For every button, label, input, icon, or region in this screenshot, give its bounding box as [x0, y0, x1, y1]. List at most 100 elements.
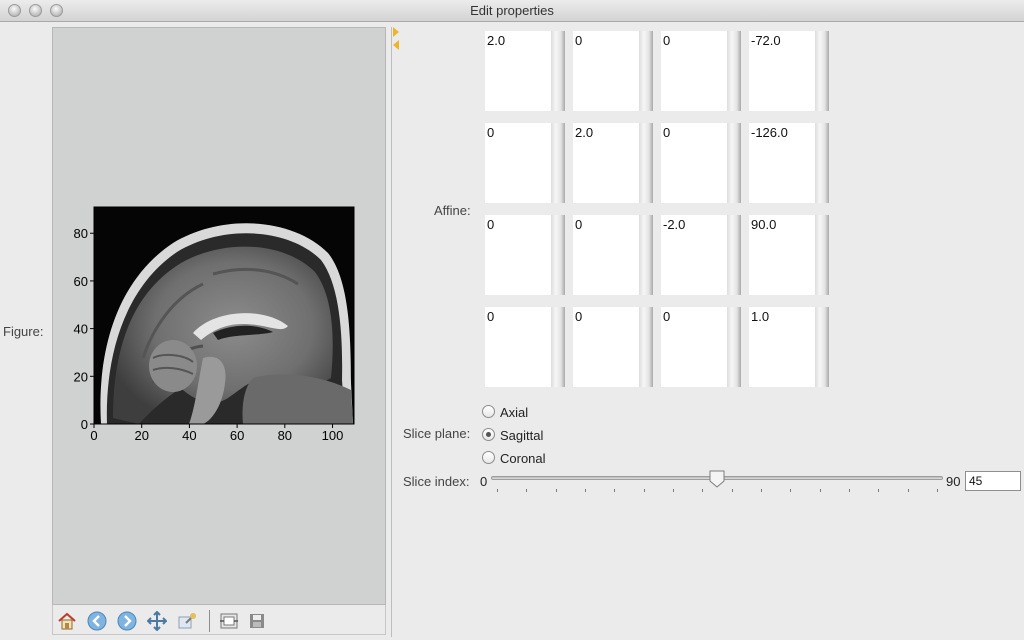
x-tick-label: 20: [134, 428, 148, 443]
slider-tick: [643, 489, 645, 492]
cell-scrollbar[interactable]: [551, 31, 565, 111]
x-tick-label: 100: [322, 428, 344, 443]
cell-scrollbar[interactable]: [639, 215, 653, 295]
cell-scrollbar[interactable]: [639, 123, 653, 203]
affine-cell[interactable]: 0: [485, 307, 565, 387]
x-tick-label: 80: [278, 428, 292, 443]
radio-axial[interactable]: [482, 405, 495, 418]
affine-value: 0: [663, 33, 671, 48]
window-title: Edit properties: [470, 3, 554, 18]
x-tick-label: 0: [90, 428, 97, 443]
affine-value: 0: [663, 125, 671, 140]
affine-cell[interactable]: -72.0: [749, 31, 829, 111]
slice-plane-label: Slice plane:: [403, 426, 471, 441]
affine-cell[interactable]: 1.0: [749, 307, 829, 387]
slider-tick: [819, 489, 821, 492]
cell-scrollbar[interactable]: [551, 307, 565, 387]
affine-value: 0: [487, 125, 495, 140]
forward-icon[interactable]: [117, 611, 137, 631]
slice-index-label: Slice index:: [403, 474, 470, 489]
affine-cell[interactable]: 0: [661, 123, 741, 203]
affine-cell[interactable]: -2.0: [661, 215, 741, 295]
radio-sagittal-label[interactable]: Sagittal: [500, 428, 543, 443]
affine-value: 0: [575, 309, 583, 324]
save-icon[interactable]: [247, 611, 267, 631]
slider-tick: [878, 489, 880, 492]
x-tick-label: 60: [230, 428, 244, 443]
cell-scrollbar[interactable]: [639, 31, 653, 111]
affine-cell[interactable]: -126.0: [749, 123, 829, 203]
slider-max-label: 90: [946, 474, 961, 489]
figure-canvas[interactable]: 0 20 40 60 80 100 0 20 40 60 80: [52, 27, 386, 605]
toolbar-separator: [209, 610, 210, 632]
cell-scrollbar[interactable]: [815, 215, 829, 295]
affine-cell[interactable]: 90.0: [749, 215, 829, 295]
figure-label: Figure:: [3, 324, 44, 339]
y-tick-label: 60: [74, 274, 88, 289]
slider-tick: [937, 489, 938, 492]
affine-cell[interactable]: 0: [573, 307, 653, 387]
affine-cell[interactable]: 0: [485, 123, 565, 203]
affine-value: 2.0: [487, 33, 506, 48]
slider-tick: [526, 489, 528, 492]
y-tick-label: 80: [74, 226, 88, 241]
radio-axial-label[interactable]: Axial: [500, 405, 528, 420]
splitter-arrows-icon[interactable]: [392, 27, 400, 51]
slider-tick: [849, 489, 850, 492]
figure-toolbar: [52, 605, 386, 635]
home-icon[interactable]: [57, 611, 77, 631]
cell-scrollbar[interactable]: [815, 307, 829, 387]
radio-coronal-label[interactable]: Coronal: [500, 451, 546, 466]
affine-cell[interactable]: 0: [573, 31, 653, 111]
slider-tick: [614, 489, 616, 492]
x-tick-label: 40: [182, 428, 196, 443]
cell-scrollbar[interactable]: [551, 215, 565, 295]
affine-value: -126.0: [751, 125, 788, 140]
affine-value: 1.0: [751, 309, 770, 324]
y-tick-label: 40: [74, 322, 88, 337]
cell-scrollbar[interactable]: [727, 215, 741, 295]
back-icon[interactable]: [87, 611, 107, 631]
affine-cell[interactable]: 2.0: [485, 31, 565, 111]
y-tick-label: 20: [74, 369, 88, 384]
affine-cell[interactable]: 0: [485, 215, 565, 295]
plot-area: 0 20 40 60 80 100 0 20 40 60 80: [74, 206, 355, 443]
affine-value: 2.0: [575, 125, 594, 140]
affine-value: 0: [575, 33, 583, 48]
affine-value: -72.0: [751, 33, 781, 48]
affine-cell[interactable]: 0: [573, 215, 653, 295]
affine-cell[interactable]: 2.0: [573, 123, 653, 203]
cell-scrollbar[interactable]: [815, 123, 829, 203]
slider-tick: [555, 489, 557, 492]
cell-scrollbar[interactable]: [551, 123, 565, 203]
slider-tick: [673, 489, 674, 492]
slider-tick: [790, 489, 792, 492]
slider-thumb[interactable]: [709, 470, 725, 488]
slider-tick: [731, 489, 733, 492]
slider-tick: [497, 489, 498, 492]
affine-cell[interactable]: 0: [661, 307, 741, 387]
affine-value: 0: [575, 217, 583, 232]
affine-value: 90.0: [751, 217, 777, 232]
affine-label: Affine:: [434, 203, 471, 218]
slider-tick: [702, 489, 704, 492]
affine-cell[interactable]: 0: [661, 31, 741, 111]
radio-coronal[interactable]: [482, 451, 495, 464]
radio-sagittal[interactable]: [482, 428, 495, 441]
slice-index-input[interactable]: 45: [965, 471, 1021, 491]
slider-min-label: 0: [480, 474, 488, 489]
affine-value: 0: [487, 309, 495, 324]
zoom-icon[interactable]: [177, 611, 197, 631]
radio-selected-dot: [486, 432, 491, 437]
slider-tick: [907, 489, 909, 492]
cell-scrollbar[interactable]: [639, 307, 653, 387]
cell-scrollbar[interactable]: [727, 31, 741, 111]
cell-scrollbar[interactable]: [727, 307, 741, 387]
pan-icon[interactable]: [146, 610, 168, 632]
cell-scrollbar[interactable]: [815, 31, 829, 111]
y-tick-label: 0: [81, 417, 88, 432]
cell-scrollbar[interactable]: [727, 123, 741, 203]
panel-splitter[interactable]: [391, 27, 399, 637]
subplots-icon[interactable]: [219, 611, 239, 631]
slider-tick: [761, 489, 762, 492]
